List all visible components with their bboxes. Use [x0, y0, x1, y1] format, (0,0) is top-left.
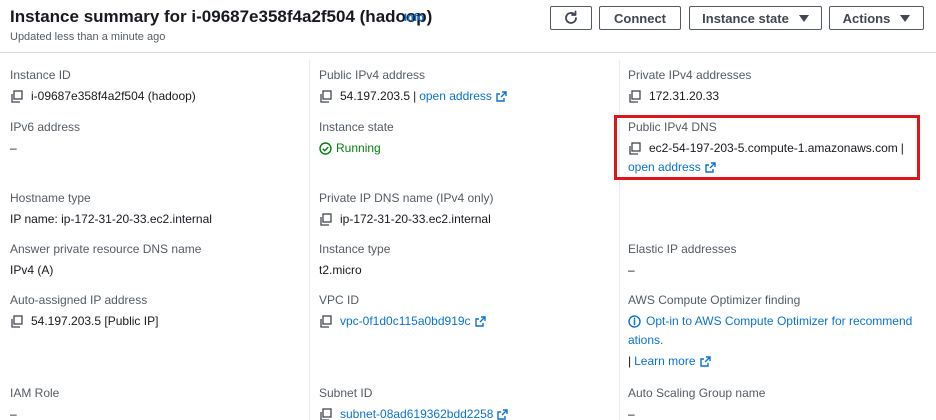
refresh-button[interactable]: [550, 6, 592, 30]
field-instance-type: Instance type t2.micro: [319, 242, 619, 277]
field-subnet-id: Subnet ID subnet-08ad619362bdd2258: [319, 386, 619, 420]
learn-more-link[interactable]: Learn more: [634, 354, 695, 368]
field-label: Public IPv4 address: [319, 68, 426, 82]
external-link-icon: [699, 355, 711, 367]
field-instance-state: Instance state Running: [319, 120, 619, 155]
info-circle-icon: [628, 314, 641, 328]
field-value: –: [628, 263, 635, 277]
copy-icon[interactable]: [319, 212, 332, 226]
separator: |: [628, 354, 632, 368]
field-answer-dns: Answer private resource DNS name IPv4 (A…: [10, 242, 310, 277]
field-label: Hostname type: [10, 191, 91, 205]
field-asg-name: Auto Scaling Group name –: [628, 386, 928, 420]
field-value: 54.197.203.5: [340, 89, 411, 103]
refresh-icon: [565, 10, 577, 24]
copy-icon[interactable]: [10, 89, 23, 103]
highlight-box: [614, 115, 920, 180]
copy-icon[interactable]: [319, 314, 332, 328]
field-label: Private IPv4 addresses: [628, 68, 752, 82]
field-elastic-ip: Elastic IP addresses –: [628, 242, 928, 277]
field-vpc-id: VPC ID vpc-0f1d0c115a0bd919c: [319, 293, 619, 328]
column-divider: [309, 60, 310, 420]
actions-button[interactable]: Actions: [829, 6, 924, 30]
field-value: 172.31.20.33: [649, 89, 720, 103]
check-circle-icon: [319, 141, 332, 155]
copy-icon[interactable]: [319, 89, 332, 103]
field-instance-id: Instance ID i-09687e358f4a2f504 (hadoop): [10, 68, 310, 103]
copy-icon[interactable]: [319, 407, 332, 420]
optimizer-opt-in-link[interactable]: Opt-in to AWS Compute Optimizer for reco…: [646, 314, 912, 328]
field-label: Instance ID: [10, 68, 71, 82]
field-label: AWS Compute Optimizer finding: [628, 293, 801, 307]
field-private-dns: Private IP DNS name (IPv4 only) ip-172-3…: [319, 191, 619, 226]
connect-button[interactable]: Connect: [599, 6, 681, 30]
field-label: IPv6 address: [10, 120, 81, 134]
field-iam-role: IAM Role –: [10, 386, 310, 420]
field-auto-ip: Auto-assigned IP address 54.197.203.5 [P…: [10, 293, 310, 328]
field-ipv6: IPv6 address –: [10, 120, 310, 155]
field-private-ipv4: Private IPv4 addresses 172.31.20.33: [628, 68, 928, 103]
field-label: Auto Scaling Group name: [628, 386, 766, 400]
field-value: ip-172-31-20-33.ec2.internal: [340, 212, 491, 226]
field-label: Instance type: [319, 242, 391, 256]
instance-state-label: Instance state: [702, 10, 789, 26]
field-value: 54.197.203.5 [Public IP]: [31, 314, 159, 328]
header-divider: [0, 52, 936, 53]
field-value: IPv4 (A): [10, 263, 54, 277]
external-link-icon: [496, 90, 507, 102]
caret-down-icon: [900, 14, 911, 22]
field-compute-optimizer: AWS Compute Optimizer finding Opt-in to …: [628, 293, 928, 368]
updated-timestamp: Updated less than a minute ago: [10, 31, 166, 43]
field-value: IP name: ip-172-31-20-33.ec2.internal: [10, 212, 212, 226]
instance-state-button[interactable]: Instance state: [689, 6, 822, 30]
subnet-id-link[interactable]: subnet-08ad619362bdd2258: [340, 407, 493, 420]
separator: |: [413, 89, 417, 103]
page-title: Instance summary for i-09687e358f4a2f504…: [10, 7, 433, 26]
field-label: Answer private resource DNS name: [10, 242, 202, 256]
copy-icon[interactable]: [628, 89, 641, 103]
field-value: –: [628, 407, 635, 420]
field-label: Instance state: [319, 120, 394, 134]
field-label: Auto-assigned IP address: [10, 293, 148, 307]
field-hostname-type: Hostname type IP name: ip-172-31-20-33.e…: [10, 191, 310, 226]
column-divider: [619, 60, 620, 420]
field-public-ipv4: Public IPv4 address 54.197.203.5 | open …: [319, 68, 619, 103]
caret-down-icon: [798, 14, 809, 22]
field-value: –: [10, 141, 17, 155]
external-link-icon: [497, 408, 509, 420]
copy-icon[interactable]: [10, 314, 23, 328]
field-label: IAM Role: [10, 386, 60, 400]
field-label: Elastic IP addresses: [628, 242, 737, 256]
external-link-icon: [474, 315, 486, 327]
info-link[interactable]: Info: [404, 12, 424, 24]
status-running: Running: [336, 141, 381, 155]
page-header: Instance summary for i-09687e358f4a2f504…: [0, 0, 936, 52]
field-label: Private IP DNS name (IPv4 only): [319, 191, 494, 205]
field-value: t2.micro: [319, 263, 362, 277]
field-value: i-09687e358f4a2f504 (hadoop): [31, 89, 196, 103]
field-label: VPC ID: [319, 293, 360, 307]
open-address-link[interactable]: open address: [419, 89, 492, 103]
actions-label: Actions: [842, 10, 891, 26]
optimizer-opt-in-link-cont[interactable]: ations.: [628, 333, 663, 347]
field-value: –: [10, 407, 17, 420]
field-label: Subnet ID: [319, 386, 373, 400]
vpc-id-link[interactable]: vpc-0f1d0c115a0bd919c: [340, 314, 471, 328]
